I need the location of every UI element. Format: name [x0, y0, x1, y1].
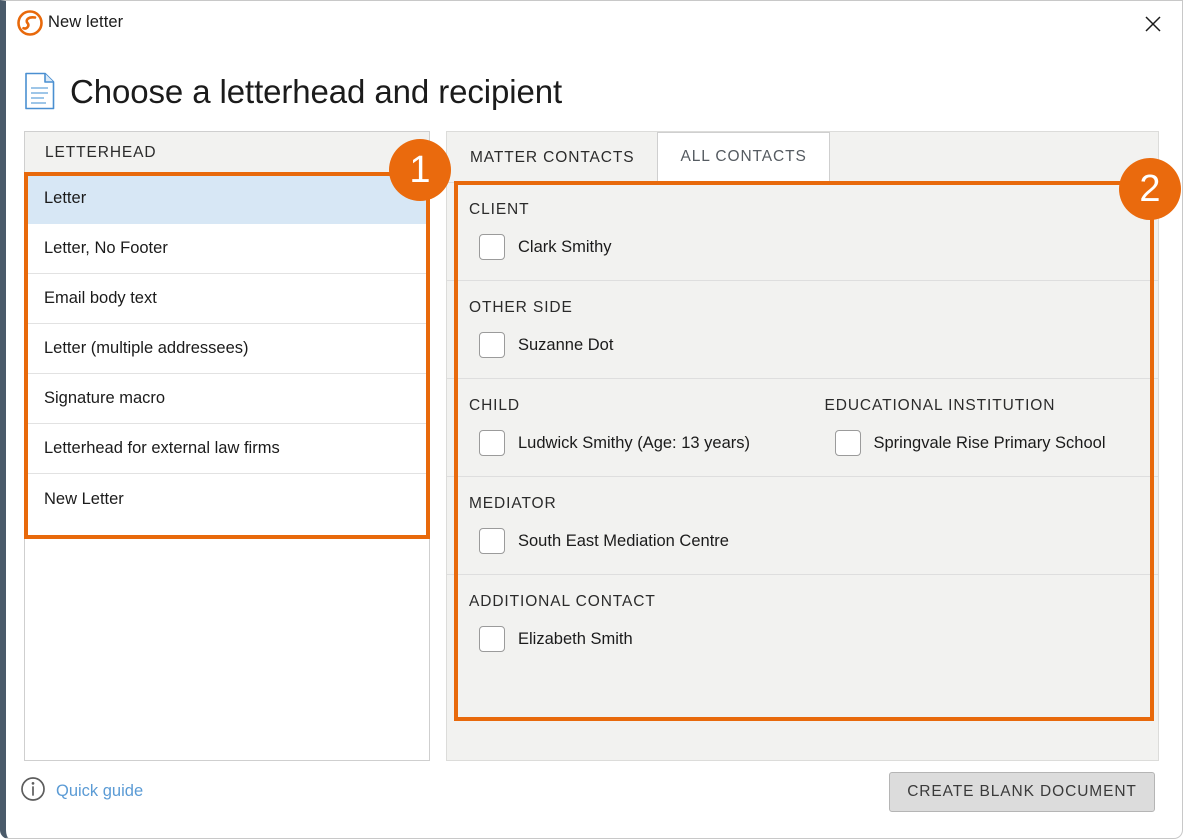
contact-group: MEDIATOR South East Mediation Centre — [447, 477, 1158, 575]
contact-name: Ludwick Smithy (Age: 13 years) — [518, 433, 751, 452]
letterhead-item-label: Signature macro — [44, 389, 166, 407]
contact-group-label: MEDIATOR — [469, 495, 557, 512]
contact-name: Clark Smithy — [518, 237, 612, 256]
contact-column: OTHER SIDE Suzanne Dot — [447, 299, 803, 358]
contacts-tab-label: MATTER CONTACTS — [470, 148, 635, 166]
contact-group: CLIENT Clark Smithy — [447, 183, 1158, 281]
letterhead-item-label: Email body text — [44, 289, 157, 307]
dialog-window: New letter Choose a letterhead and recip… — [0, 0, 1183, 839]
contact-column: EDUCATIONAL INSTITUTION Springvale Rise P… — [803, 397, 1159, 456]
info-circle-icon — [20, 776, 46, 807]
contacts-tabs: MATTER CONTACTS ALL CONTACTS — [447, 132, 1158, 183]
contacts-list: CLIENT Clark Smithy OTHER SIDE Suzanne Dot C… — [447, 183, 1158, 672]
contacts-panel: MATTER CONTACTS ALL CONTACTS CLIENT Clark … — [446, 131, 1159, 761]
quick-guide-label: Quick guide — [56, 782, 144, 800]
contact-checkbox[interactable] — [479, 332, 505, 358]
contact-column-empty — [803, 495, 1159, 554]
contact-name: Elizabeth Smith — [518, 629, 633, 648]
letterhead-item[interactable]: Email body text — [25, 274, 429, 324]
letterhead-list: Letter Letter, No Footer Email body text Le… — [25, 174, 429, 524]
contact-column: CHILD Ludwick Smithy (Age: 13 years) — [447, 397, 803, 456]
create-blank-document-label: CREATE BLANK DOCUMENT — [907, 783, 1137, 800]
contact-row[interactable]: Springvale Rise Primary School — [825, 430, 1159, 456]
contact-name: Suzanne Dot — [518, 335, 614, 354]
contact-column-empty — [803, 201, 1159, 260]
contact-row[interactable]: Elizabeth Smith — [469, 626, 803, 652]
contact-group: CHILD Ludwick Smithy (Age: 13 years) EDUCA… — [447, 379, 1158, 477]
contact-group-label: CLIENT — [469, 201, 530, 218]
letterhead-item[interactable]: New Letter — [25, 474, 429, 524]
contact-column: MEDIATOR South East Mediation Centre — [447, 495, 803, 554]
letterhead-item-label: Letterhead for external law firms — [44, 439, 280, 457]
letterhead-header-label: LETTERHEAD — [45, 143, 157, 161]
contacts-tab[interactable]: ALL CONTACTS — [657, 132, 830, 182]
contacts-tab[interactable]: MATTER CONTACTS — [447, 132, 658, 182]
contact-group-label: ADDITIONAL CONTACT — [469, 593, 656, 610]
contact-checkbox[interactable] — [834, 430, 861, 456]
contact-column: CLIENT Clark Smithy — [447, 201, 803, 260]
letterhead-item[interactable]: Letter — [25, 174, 429, 224]
contact-checkbox[interactable] — [479, 234, 505, 260]
contacts-tab-label: ALL CONTACTS — [680, 148, 807, 165]
page-heading: Choose a letterhead and recipient — [24, 63, 562, 119]
document-page-icon — [24, 72, 56, 110]
window-title: New letter — [48, 13, 124, 31]
page-title: Choose a letterhead and recipient — [70, 72, 563, 110]
contact-name: South East Mediation Centre — [518, 531, 729, 550]
contact-column-empty — [803, 593, 1159, 652]
contact-column: ADDITIONAL CONTACT Elizabeth Smith — [447, 593, 803, 652]
letterhead-item[interactable]: Letter (multiple addressees) — [25, 324, 429, 374]
letterhead-item-label: New Letter — [44, 489, 124, 508]
letterhead-item-label: Letter (multiple addressees) — [44, 339, 249, 357]
contact-row[interactable]: Ludwick Smithy (Age: 13 years) — [469, 430, 803, 456]
close-icon[interactable] — [1132, 5, 1174, 43]
contact-group-label: CHILD — [469, 397, 521, 414]
quick-guide-link[interactable]: Quick guide — [20, 776, 143, 807]
dialog-footer: Quick guide CREATE BLANK DOCUMENT — [6, 760, 1182, 838]
contact-column-empty — [803, 299, 1159, 358]
letterhead-item-label: Letter — [44, 189, 87, 207]
contact-group: ADDITIONAL CONTACT Elizabeth Smith — [447, 575, 1158, 672]
contact-name: Springvale Rise Primary School — [873, 433, 1106, 452]
create-blank-document-button[interactable]: CREATE BLANK DOCUMENT — [889, 772, 1155, 812]
contact-group-label: OTHER SIDE — [469, 299, 573, 316]
letterhead-item[interactable]: Signature macro — [25, 374, 429, 424]
title-bar: New letter — [6, 1, 1182, 49]
letterhead-item[interactable]: Letterhead for external law firms — [25, 424, 429, 474]
letterhead-header: LETTERHEAD — [25, 132, 429, 174]
contact-row[interactable]: Clark Smithy — [469, 234, 803, 260]
contact-row[interactable]: Suzanne Dot — [469, 332, 803, 358]
letterhead-item-label: Letter, No Footer — [44, 239, 168, 257]
sophie-spiral-logo-icon — [16, 9, 44, 37]
contact-row[interactable]: South East Mediation Centre — [469, 528, 803, 554]
letterhead-panel: LETTERHEAD Letter Letter, No Footer Email … — [24, 131, 430, 761]
letterhead-item[interactable]: Letter, No Footer — [25, 224, 429, 274]
contact-group-label: EDUCATIONAL INSTITUTION — [824, 397, 1056, 414]
contact-group: OTHER SIDE Suzanne Dot — [447, 281, 1158, 379]
contact-checkbox[interactable] — [479, 430, 505, 456]
contact-checkbox[interactable] — [479, 528, 505, 554]
contact-checkbox[interactable] — [479, 626, 505, 652]
